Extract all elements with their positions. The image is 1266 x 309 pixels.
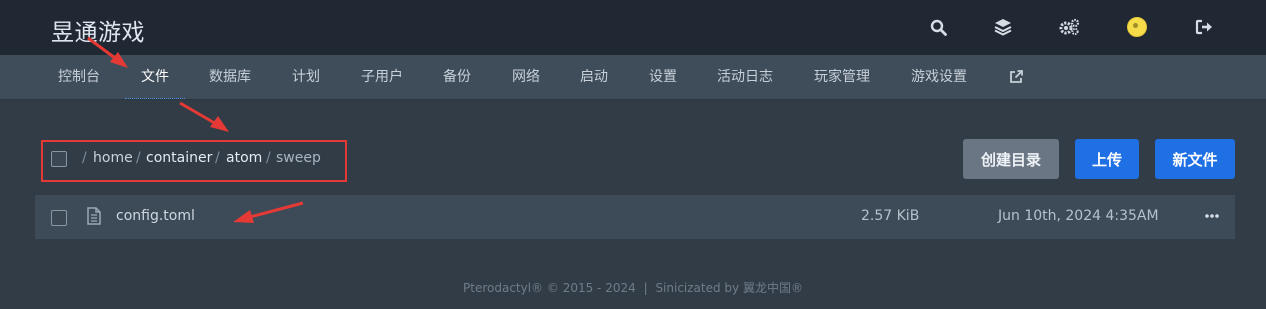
more-options-icon[interactable] (1204, 209, 1220, 223)
breadcrumb-current: sweep (276, 150, 321, 166)
external-link-icon[interactable] (1008, 69, 1024, 85)
tab-console[interactable]: 控制台 (58, 55, 100, 100)
tab-network[interactable]: 网络 (512, 55, 540, 100)
select-all-checkbox[interactable] (51, 151, 67, 167)
brand-title[interactable]: 昱通游戏 (51, 13, 145, 47)
file-checkbox[interactable] (51, 210, 67, 226)
footer-divider: | (643, 281, 648, 295)
tab-schedules[interactable]: 计划 (292, 55, 320, 100)
tab-settings[interactable]: 设置 (649, 55, 677, 100)
file-modified: Jun 10th, 2024 4:35AM (998, 208, 1159, 224)
new-file-button[interactable]: 新文件 (1155, 139, 1235, 179)
breadcrumb-separator: / (136, 150, 141, 166)
breadcrumb-home[interactable]: home (93, 150, 133, 166)
file-size: 2.57 KiB (861, 208, 920, 224)
footer-copyright: Pterodactyl® © 2015 - 2024 (463, 281, 636, 295)
top-bar: 昱通游戏 (0, 0, 1266, 55)
arrow-to-breadcrumb (179, 101, 229, 132)
search-icon[interactable] (927, 16, 949, 38)
tab-player-management[interactable]: 玩家管理 (814, 55, 870, 100)
breadcrumb-separator: / (266, 150, 271, 166)
breadcrumb-separator: / (82, 150, 87, 166)
file-text-icon (87, 207, 101, 225)
sign-out-icon[interactable] (1193, 16, 1215, 38)
tab-game-settings[interactable]: 游戏设置 (911, 55, 967, 100)
footer: Pterodactyl® © 2015 - 2024 | Sinicizated… (0, 279, 1266, 296)
tab-files[interactable]: 文件 (125, 55, 185, 100)
tab-databases[interactable]: 数据库 (209, 55, 251, 100)
breadcrumb-container[interactable]: container (146, 150, 212, 166)
tab-activity-log[interactable]: 活动日志 (717, 55, 773, 100)
breadcrumb-atom[interactable]: atom (226, 150, 262, 166)
tab-startup[interactable]: 启动 (580, 55, 608, 100)
file-name[interactable]: config.toml (116, 208, 195, 224)
tab-backups[interactable]: 备份 (443, 55, 471, 100)
user-avatar[interactable] (1127, 17, 1147, 37)
footer-credit: Sinicizated by 翼龙中国® (655, 281, 803, 295)
tab-subusers[interactable]: 子用户 (361, 55, 403, 100)
cogs-icon[interactable] (1058, 16, 1080, 38)
upload-button[interactable]: 上传 (1075, 139, 1139, 179)
layers-icon[interactable] (992, 16, 1014, 38)
create-directory-button[interactable]: 创建目录 (963, 139, 1059, 179)
breadcrumb-separator: / (215, 150, 220, 166)
server-subnav: 控制台 文件 数据库 计划 子用户 备份 网络 启动 设置 活动日志 玩家管理 … (0, 55, 1266, 100)
